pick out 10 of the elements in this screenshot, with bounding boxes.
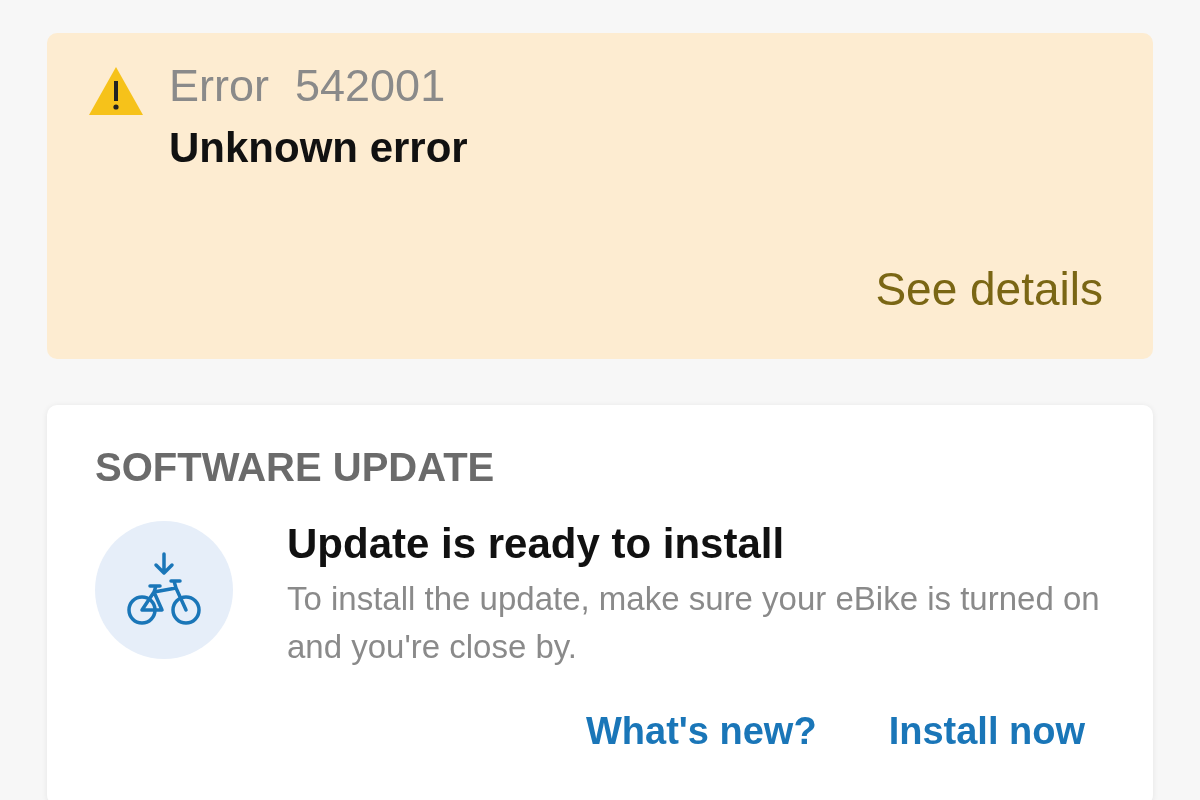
action-link[interactable]: Install now (888, 710, 1085, 753)
update-title: Update is ready to install (287, 521, 786, 568)
action-link[interactable]: What's new? (585, 710, 817, 753)
see-details-link[interactable]: See details (875, 264, 1103, 315)
section-heading: SOFTWARE UPDATE (95, 445, 496, 489)
error-label: Error (169, 60, 269, 111)
error-message: Unknown error (169, 124, 468, 171)
update-description: To install the update, make sure your eBike is turned on and you're close by. (287, 579, 1101, 668)
warning-icon (87, 65, 145, 117)
error-code: 542001 (295, 60, 446, 111)
